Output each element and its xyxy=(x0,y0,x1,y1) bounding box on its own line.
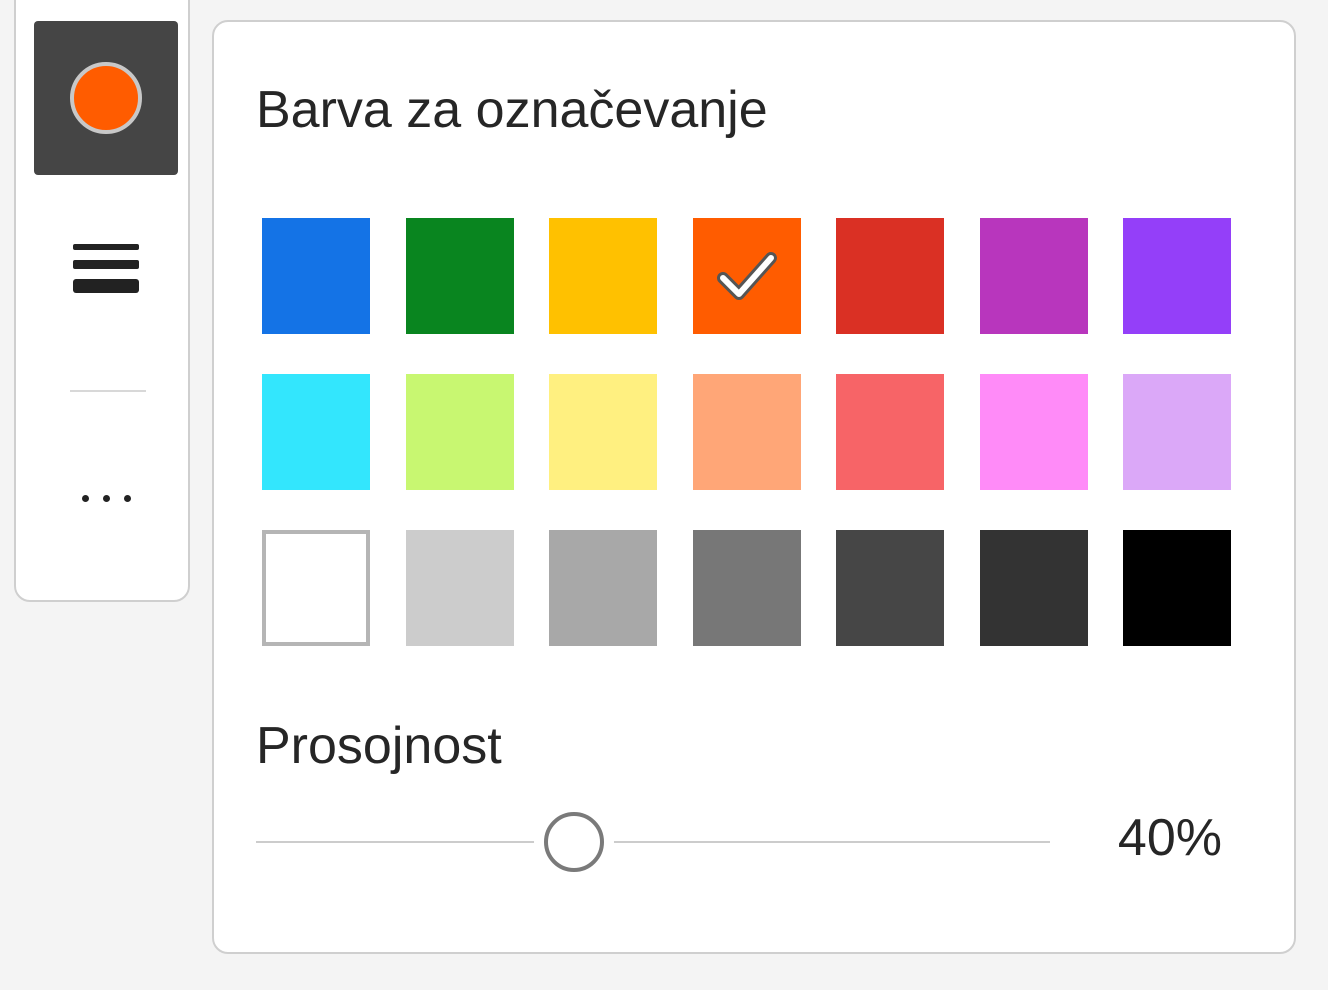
opacity-label: Prosojnost xyxy=(256,717,502,775)
color-swatch[interactable] xyxy=(1123,218,1231,334)
opacity-slider-track[interactable] xyxy=(256,841,1050,843)
line-thickness-icon xyxy=(73,243,139,250)
color-swatch[interactable] xyxy=(405,530,514,646)
color-swatch[interactable] xyxy=(692,374,801,490)
line-thickness-button[interactable] xyxy=(58,220,154,316)
color-swatch[interactable] xyxy=(836,218,944,334)
highlight-color-panel: Barva za označevanje Prosojnost 40% xyxy=(212,20,1296,954)
panel-title: Barva za označevanje xyxy=(256,81,768,139)
color-swatch[interactable] xyxy=(692,530,801,646)
opacity-slider[interactable] xyxy=(256,808,1050,876)
color-swatch[interactable] xyxy=(262,374,370,490)
color-swatch[interactable] xyxy=(692,218,801,334)
color-button[interactable] xyxy=(34,21,178,175)
more-dots-icon xyxy=(102,494,110,502)
color-swatch[interactable] xyxy=(549,374,657,490)
color-swatch[interactable] xyxy=(836,530,944,646)
more-dots-icon xyxy=(81,494,89,502)
color-swatch[interactable] xyxy=(979,530,1088,646)
color-swatch[interactable] xyxy=(262,530,370,646)
color-swatch[interactable] xyxy=(1123,530,1231,646)
color-swatch[interactable] xyxy=(262,218,370,334)
color-swatch[interactable] xyxy=(1123,374,1231,490)
color-swatch-grid xyxy=(262,218,1231,646)
more-dots-icon xyxy=(123,494,131,502)
color-swatch[interactable] xyxy=(405,374,514,490)
color-swatch[interactable] xyxy=(979,218,1088,334)
color-swatch[interactable] xyxy=(405,218,514,334)
annotation-toolbar xyxy=(14,0,190,602)
line-thickness-icon xyxy=(73,259,139,269)
color-swatch[interactable] xyxy=(979,374,1088,490)
color-swatch[interactable] xyxy=(836,374,944,490)
more-options-button[interactable] xyxy=(56,470,156,526)
opacity-slider-thumb[interactable] xyxy=(543,812,604,872)
toolbar-divider xyxy=(70,390,146,392)
color-swatch[interactable] xyxy=(549,530,657,646)
line-thickness-icon xyxy=(73,278,139,293)
opacity-value: 40% xyxy=(1117,809,1222,867)
color-swatch[interactable] xyxy=(549,218,657,334)
checkmark-icon xyxy=(716,252,777,300)
color-circle-icon xyxy=(70,62,142,134)
